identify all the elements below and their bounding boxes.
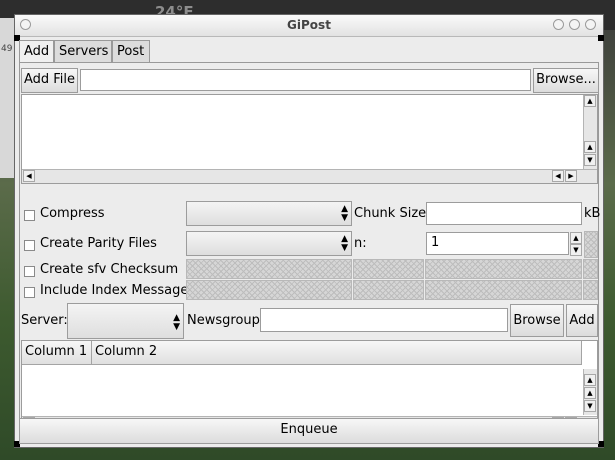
disabled-cell: [583, 280, 598, 300]
desktop-side-label: 49: [1, 44, 13, 54]
desktop-side-panel: 49: [0, 18, 15, 178]
parity-checkbox[interactable]: [24, 240, 35, 251]
disabled-cell: [584, 231, 598, 258]
compress-label: Compress: [40, 206, 105, 221]
scroll-right-icon[interactable]: ▶: [565, 170, 577, 182]
compress-select[interactable]: ▲ ▼: [186, 201, 352, 226]
disabled-cell: [353, 280, 424, 300]
scroll-up-icon[interactable]: ▲: [584, 387, 596, 399]
newsgroup-browse-button[interactable]: Browse: [510, 304, 564, 337]
gipost-window: GiPost Add Servers Post Add File Browse.…: [14, 14, 604, 448]
chunk-size-input[interactable]: [426, 202, 582, 225]
add-file-button[interactable]: Add File: [21, 68, 78, 93]
window-title: GiPost: [287, 18, 331, 32]
scroll-left-icon[interactable]: ◀: [23, 170, 35, 182]
file-list-vertical-scrollbar[interactable]: ▲ ▲ ▼: [583, 95, 597, 169]
column-header-2[interactable]: Column 2: [92, 341, 582, 365]
close-icon[interactable]: [585, 19, 596, 30]
sfv-checkbox[interactable]: [24, 266, 35, 277]
spin-arrows-icon: ▲ ▼: [341, 234, 348, 253]
disabled-cell: [186, 280, 352, 300]
window-titlebar[interactable]: GiPost: [15, 15, 603, 37]
scroll-up-icon[interactable]: ▲: [584, 374, 596, 386]
disabled-cell: [425, 259, 582, 279]
sfv-label: Create sfv Checksum: [40, 262, 179, 277]
chunk-unit-label: kB: [584, 206, 601, 221]
spin-up-icon[interactable]: ▲: [570, 232, 582, 244]
server-select[interactable]: ▲ ▼: [67, 303, 184, 339]
server-label: Server:: [21, 313, 68, 328]
compress-checkbox[interactable]: [24, 210, 35, 221]
column-header-1[interactable]: Column 1: [22, 341, 92, 365]
spin-arrows-icon: ▲ ▼: [173, 313, 180, 332]
newsgroup-add-button[interactable]: Add: [566, 304, 598, 337]
browse-file-button[interactable]: Browse...: [533, 68, 599, 93]
parity-select[interactable]: ▲ ▼: [186, 231, 352, 256]
scroll-down-icon[interactable]: ▼: [584, 400, 596, 412]
tab-servers[interactable]: Servers: [54, 40, 112, 62]
resize-corner-top-right[interactable]: [598, 35, 604, 41]
newsgroup-label: Newsgroup: [187, 313, 260, 328]
file-path-input[interactable]: [80, 69, 531, 91]
queue-vertical-scrollbar[interactable]: ▲ ▲ ▼: [583, 369, 597, 415]
spin-down-icon[interactable]: ▼: [570, 244, 582, 256]
parity-label: Create Parity Files: [40, 236, 157, 251]
scroll-up-icon[interactable]: ▲: [584, 141, 596, 153]
disabled-cell: [353, 259, 424, 279]
scroll-up-icon[interactable]: ▲: [584, 95, 596, 107]
scroll-left-icon[interactable]: ◀: [552, 170, 564, 182]
maximize-icon[interactable]: [569, 19, 580, 30]
index-message-label: Include Index Message: [40, 283, 189, 298]
minimize-icon[interactable]: [553, 19, 564, 30]
tab-post[interactable]: Post: [112, 40, 150, 62]
disabled-cell: [583, 259, 598, 279]
tab-add[interactable]: Add: [19, 40, 54, 64]
newsgroup-input[interactable]: [260, 308, 508, 332]
disabled-cell: [425, 280, 582, 300]
file-list[interactable]: ▲ ▲ ▼ ◀ ◀ ▶: [21, 94, 598, 184]
n-spin-input[interactable]: 1: [426, 232, 569, 255]
file-list-horizontal-scrollbar[interactable]: ◀ ◀ ▶: [22, 169, 597, 183]
chunk-size-label: Chunk Size: [354, 206, 427, 221]
scroll-down-icon[interactable]: ▼: [584, 154, 596, 166]
spin-arrows-icon: ▲ ▼: [341, 204, 348, 223]
disabled-cell: [186, 259, 352, 279]
add-tab-panel: Add File Browse... ▲ ▲ ▼ ◀ ◀ ▶ Compress …: [19, 62, 601, 443]
n-label: n:: [354, 236, 367, 251]
enqueue-button[interactable]: Enqueue: [19, 418, 599, 444]
index-message-checkbox[interactable]: [24, 287, 35, 298]
